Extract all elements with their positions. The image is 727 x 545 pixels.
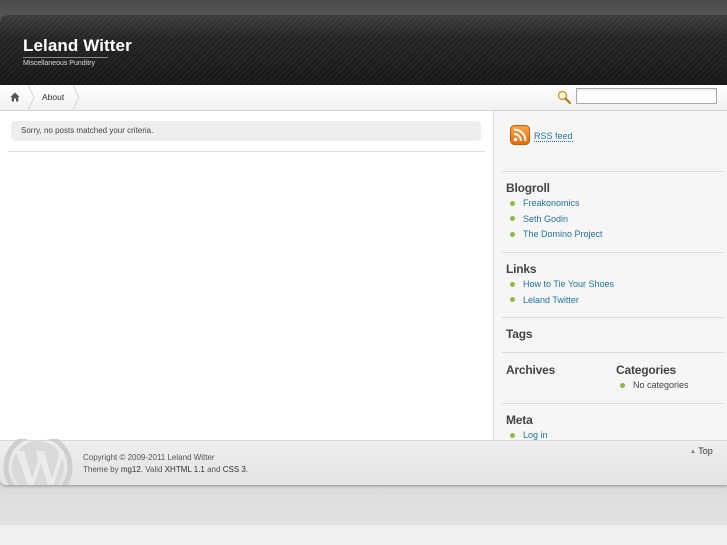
link-label: How to Tie Your Shoes [523,279,615,289]
bullet-icon [510,281,515,287]
search-input[interactable] [576,88,717,104]
link-label: The Domino Project [523,229,603,239]
archives-heading: Archives [506,363,556,377]
bullet-icon [510,216,515,221]
categories-list: No categories [616,379,689,395]
valid-prefix: . Valid [140,465,163,474]
sidebar-divider [502,317,724,318]
category-label: No categories [633,380,689,390]
main-content: Sorry, no posts matched your criteria. [0,111,493,440]
back-to-top-link[interactable]: ▲ Top [690,446,713,456]
blogroll-list: Freakonomics Seth Godin The Domino Proje… [506,197,603,244]
link-label: Seth Godin [523,213,569,224]
theme-prefix: Theme by [83,465,119,474]
up-arrow-icon: ▲ [690,449,696,455]
meta-heading: Meta [506,413,533,427]
bullet-icon [510,231,515,237]
home-icon [10,92,20,102]
links-heading: Links [506,262,537,276]
link-label: Leland Twitter [523,294,579,305]
sidebar: RSS feed Blogroll Freakonomics Seth Godi… [493,111,727,440]
period-text: . [245,465,249,474]
and-text: and [207,465,221,474]
bullet-icon [510,200,515,206]
links-list: How to Tie Your Shoes Leland Twitter [506,278,614,309]
link-leland-twitter[interactable]: Leland Twitter [506,294,614,310]
bullet-icon [620,382,625,388]
no-posts-notice: Sorry, no posts matched your criteria. [11,121,481,141]
css-validator-link[interactable]: CSS 3 [223,465,246,474]
sidebar-divider [502,252,724,253]
sidebar-divider [502,171,724,172]
content-divider [8,151,485,152]
site-tagline: Miscellaneous Punditry [23,57,108,67]
link-label: Freakonomics [523,198,580,208]
link-how-to-tie-shoes[interactable]: How to Tie Your Shoes [506,278,614,294]
top-label: Top [698,446,713,456]
theme-credit-line: Theme by mg12. Valid XHTML 1.1 and CSS 3… [83,464,248,476]
magnifier-icon[interactable] [557,90,571,104]
blogroll-link-seth-godin[interactable]: Seth Godin [506,213,603,229]
nav-separator [28,85,35,110]
rss-feed-link[interactable]: RSS feed [534,131,573,142]
copyright-text: Copyright © 2009-2011 Leland Witter [83,453,215,462]
blogroll-link-domino-project[interactable]: The Domino Project [506,228,603,244]
xhtml-validator-link[interactable]: XHTML 1.1 [165,465,205,474]
site-header: Leland Witter Miscellaneous Punditry [0,15,727,85]
nav-item-about[interactable]: About [42,92,64,102]
categories-heading: Categories [616,363,677,377]
wordpress-logo-icon [3,439,73,485]
sidebar-divider [502,352,724,353]
bullet-icon [510,297,515,302]
category-empty-item: No categories [616,379,689,395]
page-bottom-band [0,525,727,545]
blogroll-heading: Blogroll [506,181,550,195]
site-title[interactable]: Leland Witter [23,36,132,56]
rss-feed-icon[interactable] [510,125,530,145]
nav-separator [73,85,80,110]
theme-author-link[interactable]: mg12 [121,465,141,474]
navigation-bar: About [0,85,727,111]
page-container: Leland Witter Miscellaneous Punditry Abo… [0,15,727,485]
footer-credits: Copyright © 2009-2011 Leland Witter Them… [83,452,248,476]
bullet-icon [510,432,515,438]
link-label: Log in [523,430,548,440]
sidebar-divider [502,403,724,404]
tags-heading: Tags [506,327,533,341]
site-footer: Copyright © 2009-2011 Leland Witter Them… [0,439,727,485]
blogroll-link-freakonomics[interactable]: Freakonomics [506,197,603,213]
